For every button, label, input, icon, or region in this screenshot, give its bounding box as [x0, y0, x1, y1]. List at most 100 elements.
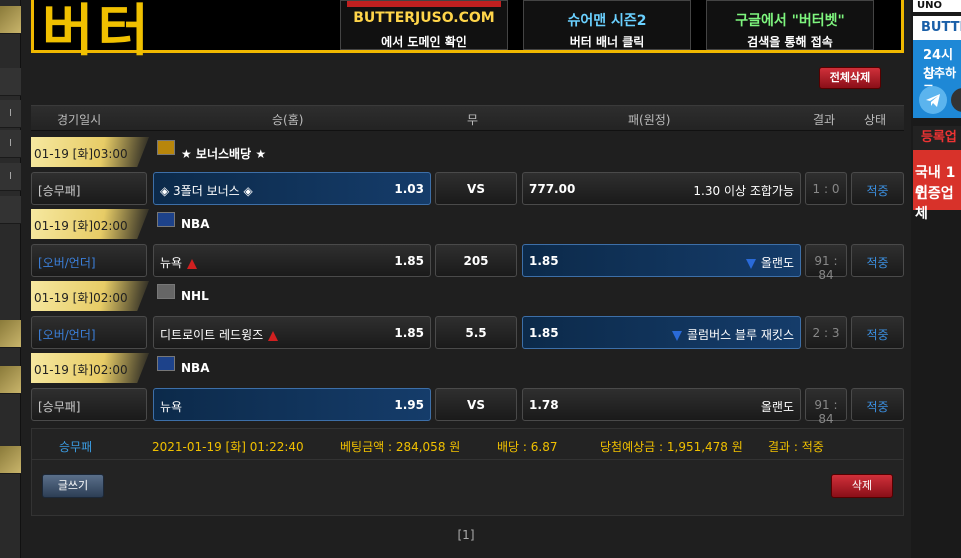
left-menu-item[interactable]: I	[0, 100, 21, 128]
right-ads: UNO BUTTE 24시 상 친추하고 등록업체 국내 1위 인증업체	[911, 0, 961, 558]
home-odds: 1.85	[394, 326, 424, 340]
ad-telegram[interactable]: BUTTE 24시 상 친추하고	[913, 16, 961, 118]
left-menu-item[interactable]	[0, 6, 21, 34]
home-team-name: 뉴욕	[160, 256, 183, 270]
league-icon	[157, 212, 175, 227]
banner-cell-line2: 검색을 통해 접속	[747, 35, 833, 49]
bet-type-text: [오버/언더]	[38, 256, 96, 270]
bet-type: [승무패]	[31, 172, 147, 205]
game-status-text: 적중	[866, 256, 889, 270]
delete-button[interactable]: 삭제	[831, 474, 893, 498]
away-selection[interactable]: 1.85 올랜도	[522, 244, 801, 277]
left-sidebar: III	[0, 0, 21, 558]
arrow-up-icon	[187, 258, 198, 269]
game-status-text: 적중	[866, 184, 889, 198]
home-team: 뉴욕	[160, 254, 198, 271]
banner[interactable]: 버터 BUTTERJUSO.COM 에서 도메인 확인 슈어맨 시즌2 버터 배…	[31, 0, 904, 64]
away-odds: 1.85	[529, 254, 559, 268]
home-selection[interactable]: 뉴욕 1.95	[153, 388, 431, 421]
banner-cell-line2: 버터 배너 클릭	[569, 35, 645, 49]
action-bar: 글쓰기 삭제	[31, 460, 904, 516]
game-result: 1 : 0	[805, 172, 847, 205]
ad-registered-title[interactable]: 등록업체	[913, 126, 961, 169]
game-row: [승무패] 뉴욕 1.95 VS 1.78 올랜도 91 : 84 적중	[31, 388, 904, 426]
draw-line[interactable]: VS	[435, 388, 517, 421]
table-header: 경기일시 승(홈) 무 패(원정) 결과 상태	[31, 105, 904, 131]
left-menu-item[interactable]	[0, 320, 21, 348]
arrow-up-icon	[268, 330, 279, 341]
main-content: 버터 BUTTERJUSO.COM 에서 도메인 확인 슈어맨 시즌2 버터 배…	[21, 0, 911, 558]
left-menu-item[interactable]	[0, 196, 21, 224]
summary-type: 승무패	[59, 440, 93, 454]
ad-top[interactable]: UNO	[913, 0, 961, 12]
left-menu-item[interactable]	[0, 68, 21, 96]
away-team-name: 콜럼버스 블루 재킷스	[687, 328, 794, 342]
write-button[interactable]: 글쓰기	[42, 474, 104, 498]
draw-line[interactable]: VS	[435, 172, 517, 205]
league-name: NBA	[181, 361, 210, 375]
banner-cell-google[interactable]: 구글에서 "버터벳" 검색을 통해 접속	[706, 0, 874, 50]
away-odds: 1.85	[529, 326, 559, 340]
ad-registered[interactable]: 국내 1위 인증업체	[913, 150, 961, 222]
game-result: 91 : 84	[805, 388, 847, 426]
home-team-name: 뉴욕	[160, 400, 183, 414]
match-date-text: 01-19 [화]02:00	[34, 363, 128, 377]
arrow-down-icon	[745, 258, 756, 269]
header-status: 상태	[864, 113, 887, 127]
home-team-name: ◈ 3폴더 보너스 ◈	[160, 184, 253, 198]
banner-cell-domain[interactable]: BUTTERJUSO.COM 에서 도메인 확인	[340, 0, 508, 50]
game-result: 2 : 3	[805, 316, 847, 349]
league-row: 01-19 [화]02:00 NBA	[31, 209, 904, 239]
left-menu-item[interactable]: I	[0, 163, 21, 191]
away-team: 올랜도	[761, 398, 794, 415]
left-menu-item[interactable]	[0, 446, 21, 474]
draw-line[interactable]: 205	[435, 244, 517, 277]
league-name: ★ 보너스배당 ★	[181, 147, 267, 161]
away-team-name: 올랜도	[760, 400, 794, 414]
game-result-text: 2 : 3	[812, 326, 840, 340]
summary-odds: 배당 : 6.87	[497, 440, 558, 454]
away-team-name: 올랜도	[760, 256, 794, 270]
telegram-icon	[919, 86, 947, 114]
game-status[interactable]: 적중	[851, 316, 904, 349]
home-team: ◈ 3폴더 보너스 ◈	[160, 182, 253, 199]
bet-summary: 승무패 2021-01-19 [화] 01:22:40 베팅금액 : 284,0…	[31, 428, 904, 460]
header-datetime: 경기일시	[57, 113, 102, 127]
away-selection[interactable]: 1.85 콜럼버스 블루 재킷스	[522, 316, 801, 349]
bet-type-text: [승무패]	[38, 400, 81, 414]
game-status[interactable]: 적중	[851, 172, 904, 205]
left-menu-item[interactable]	[0, 366, 21, 394]
banner-cell-line1: 슈어맨 시즌2	[567, 13, 647, 29]
game-status[interactable]: 적중	[851, 244, 904, 277]
match-date: 01-19 [화]02:00	[31, 209, 149, 239]
away-selection[interactable]: 1.78 올랜도	[522, 388, 801, 421]
left-menu-item[interactable]: I	[0, 130, 21, 158]
header-home: 승(홈)	[272, 113, 304, 127]
away-selection[interactable]: 777.00 1.30 이상 조합가능	[522, 172, 801, 205]
delete-all-button[interactable]: 전체삭제	[819, 67, 881, 89]
ad-telegram-title: BUTTE	[913, 16, 961, 40]
header-draw: 무	[467, 113, 479, 127]
bet-type-text: [오버/언더]	[38, 328, 96, 342]
draw-line-text: 5.5	[465, 326, 487, 340]
away-team: 올랜도	[745, 254, 794, 271]
home-odds: 1.95	[394, 398, 424, 412]
game-row: [오버/언더] 뉴욕 1.85 205 1.85 올랜도 91 : 84 적중	[31, 244, 904, 282]
league-row: 01-19 [화]02:00 NHL	[31, 281, 904, 311]
home-team-name: 디트로이트 레드윙즈	[160, 328, 264, 342]
home-team: 디트로이트 레드윙즈	[160, 326, 279, 343]
draw-line-text: VS	[467, 398, 485, 412]
match-date: 01-19 [화]03:00	[31, 137, 149, 167]
game-row: [오버/언더] 디트로이트 레드윙즈 1.85 5.5 1.85 콜럼버스 블루…	[31, 316, 904, 350]
draw-line[interactable]: 5.5	[435, 316, 517, 349]
home-selection[interactable]: ◈ 3폴더 보너스 ◈ 1.03	[153, 172, 431, 205]
summary-datetime: 2021-01-19 [화] 01:22:40	[152, 440, 304, 454]
game-status-text: 적중	[866, 400, 889, 414]
league-icon	[157, 284, 175, 299]
home-selection[interactable]: 뉴욕 1.85	[153, 244, 431, 277]
draw-line-text: VS	[467, 182, 485, 196]
game-status[interactable]: 적중	[851, 388, 904, 421]
pagination[interactable]: [1]	[21, 528, 911, 542]
banner-cell-season2[interactable]: 슈어맨 시즌2 버터 배너 클릭	[523, 0, 691, 50]
home-selection[interactable]: 디트로이트 레드윙즈 1.85	[153, 316, 431, 349]
